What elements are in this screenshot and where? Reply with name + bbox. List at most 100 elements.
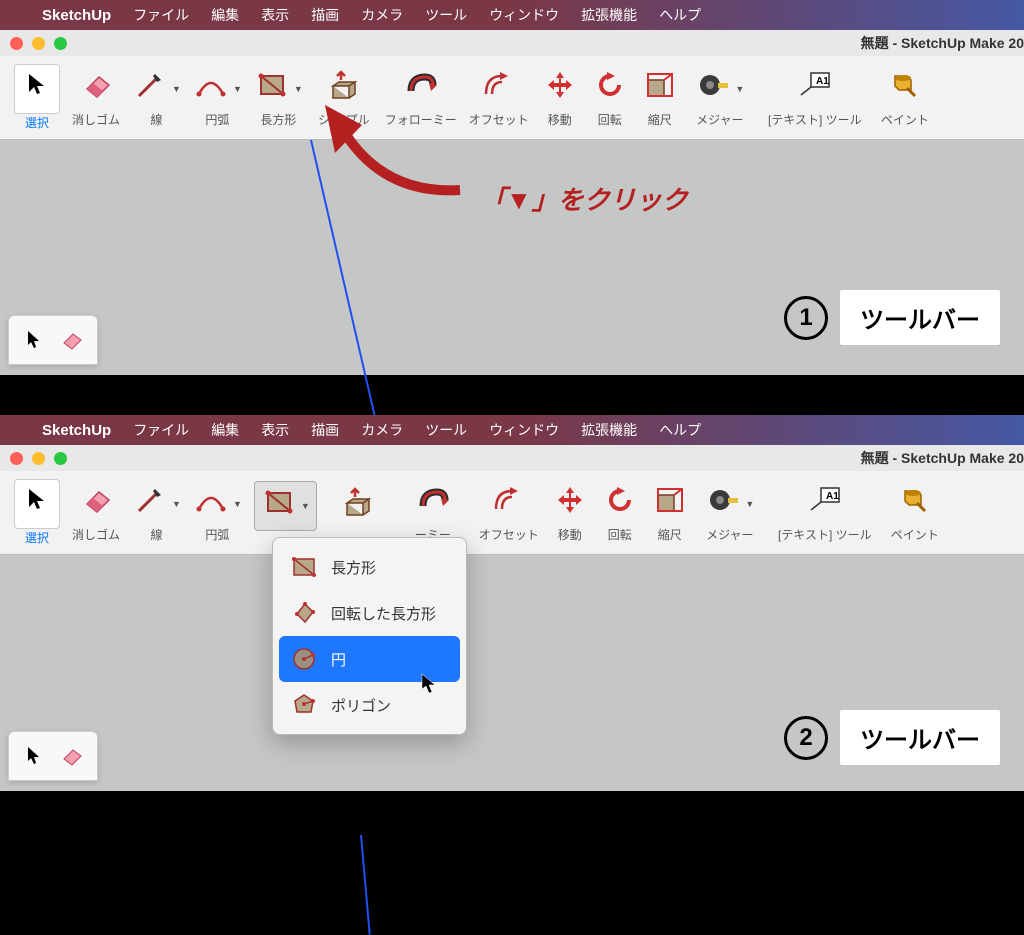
eraser-icon — [55, 325, 89, 355]
cursor-icon — [420, 673, 438, 695]
tool-pushpull[interactable] — [323, 480, 393, 546]
tool-eraser[interactable]: 消しゴム — [66, 478, 126, 547]
tool-text[interactable]: A1 [テキスト] ツール — [755, 63, 875, 132]
minimize-icon[interactable] — [32, 452, 45, 465]
tool-paint-label: ペイント — [891, 526, 939, 543]
mini-palette[interactable] — [8, 315, 98, 365]
window-header: 無題 - SketchUp Make 20 — [0, 445, 1024, 471]
maximize-icon[interactable] — [54, 452, 67, 465]
tool-text-label: [テキスト] ツール — [768, 111, 862, 128]
menu-app[interactable]: SketchUp — [42, 7, 111, 24]
rectangle-icon — [291, 554, 317, 580]
tool-text[interactable]: A1 [テキスト] ツール — [765, 478, 885, 547]
shape-dropdown: 長方形 回転した長方形 円 ポリゴン — [272, 537, 467, 735]
menu-ext[interactable]: 拡張機能 — [581, 5, 637, 25]
badge-2: 2 ツールバー — [784, 710, 1000, 765]
tool-line[interactable]: ▼ 線 — [126, 478, 187, 547]
tool-move[interactable]: 移動 — [535, 63, 585, 132]
chevron-down-icon[interactable]: ▼ — [745, 499, 754, 509]
tool-paint[interactable]: ペイント — [875, 63, 935, 132]
tool-select-label: 選択 — [25, 114, 49, 131]
menu-tools[interactable]: ツール — [425, 5, 467, 25]
menu-window[interactable]: ウィンドウ — [489, 420, 559, 440]
menu-window[interactable]: ウィンドウ — [489, 5, 559, 25]
tool-move[interactable]: 移動 — [545, 478, 595, 547]
svg-text:A1: A1 — [826, 491, 839, 502]
badge-label: ツールバー — [840, 710, 1000, 765]
chevron-down-icon[interactable]: ▼ — [172, 84, 181, 94]
menu-edit[interactable]: 編集 — [211, 420, 239, 440]
cursor-icon — [17, 741, 51, 771]
menu-file[interactable]: ファイル — [133, 5, 189, 25]
tool-text-label: [テキスト] ツール — [778, 526, 872, 543]
minimize-icon[interactable] — [32, 37, 45, 50]
tool-arc[interactable]: ▼ 円弧 — [187, 478, 248, 547]
mini-palette[interactable] — [8, 731, 98, 781]
menubar: SketchUp ファイル 編集 表示 描画 カメラ ツール ウィンドウ 拡張機… — [0, 0, 1024, 30]
menu-view[interactable]: 表示 — [261, 5, 289, 25]
badge-label: ツールバー — [840, 290, 1000, 345]
tool-select[interactable]: 選択 — [8, 60, 66, 135]
menu-camera[interactable]: カメラ — [361, 420, 403, 440]
chevron-down-icon[interactable]: ▼ — [233, 84, 242, 94]
tool-move-label: 移動 — [548, 111, 572, 128]
tool-arc-label: 円弧 — [205, 111, 229, 128]
circle-icon — [291, 646, 317, 672]
svg-text:A1: A1 — [816, 76, 829, 87]
annotation-text: 「▼」をクリック — [480, 180, 688, 217]
tool-paint-label: ペイント — [881, 111, 929, 128]
tool-tape[interactable]: ▼ メジャー — [685, 63, 755, 132]
tool-eraser-label: 消しゴム — [72, 111, 120, 128]
toolbar: 選択 消しゴム ▼ 線 ▼ 円弧 ▼ 長方形 — [0, 56, 1024, 140]
dropdown-label: ポリゴン — [331, 695, 391, 716]
tool-offset[interactable]: オフセット — [473, 478, 545, 547]
menu-ext[interactable]: 拡張機能 — [581, 420, 637, 440]
close-icon[interactable] — [10, 452, 23, 465]
chevron-down-icon[interactable]: ▼ — [301, 501, 310, 511]
tool-rotate[interactable]: 回転 — [585, 63, 635, 132]
close-icon[interactable] — [10, 37, 23, 50]
tool-eraser-label: 消しゴム — [72, 526, 120, 543]
window-title: 無題 - SketchUp Make 20 — [861, 33, 1024, 53]
menubar: SketchUp ファイル 編集 表示 描画 カメラ ツール ウィンドウ 拡張機… — [0, 415, 1024, 445]
circle-number: 2 — [784, 716, 828, 760]
tool-move-label: 移動 — [558, 526, 582, 543]
tool-arc[interactable]: ▼ 円弧 — [187, 63, 248, 132]
menu-app[interactable]: SketchUp — [42, 422, 111, 439]
menu-help[interactable]: ヘルプ — [659, 5, 701, 25]
tool-scale[interactable]: 縮尺 — [645, 478, 695, 547]
menu-edit[interactable]: 編集 — [211, 5, 239, 25]
tool-scale[interactable]: 縮尺 — [635, 63, 685, 132]
menu-camera[interactable]: カメラ — [361, 5, 403, 25]
tool-tape-label: メジャー — [706, 526, 753, 543]
tool-select[interactable]: 選択 — [8, 475, 66, 550]
maximize-icon[interactable] — [54, 37, 67, 50]
dropdown-item-rotated-rectangle[interactable]: 回転した長方形 — [279, 590, 460, 636]
window-header: 無題 - SketchUp Make 20 — [0, 30, 1024, 56]
menu-view[interactable]: 表示 — [261, 420, 289, 440]
axis-line — [360, 835, 371, 935]
annotation-arrow-icon — [290, 105, 490, 205]
tool-rotate-label: 回転 — [608, 526, 632, 543]
tool-eraser[interactable]: 消しゴム — [66, 63, 126, 132]
tool-paint[interactable]: ペイント — [885, 478, 945, 547]
tool-line[interactable]: ▼ 線 — [126, 63, 187, 132]
badge-1: 1 ツールバー — [784, 290, 1000, 345]
menu-file[interactable]: ファイル — [133, 420, 189, 440]
menu-tools[interactable]: ツール — [425, 420, 467, 440]
tool-scale-label: 縮尺 — [658, 526, 682, 543]
tool-select-label: 選択 — [25, 529, 49, 546]
chevron-down-icon[interactable]: ▼ — [294, 84, 303, 94]
tool-scale-label: 縮尺 — [648, 111, 672, 128]
chevron-down-icon[interactable]: ▼ — [172, 499, 181, 509]
tool-tape[interactable]: ▼ メジャー — [695, 478, 765, 547]
tool-rotate[interactable]: 回転 — [595, 478, 645, 547]
chevron-down-icon[interactable]: ▼ — [233, 499, 242, 509]
menu-draw[interactable]: 描画 — [311, 420, 339, 440]
menu-draw[interactable]: 描画 — [311, 5, 339, 25]
menu-help[interactable]: ヘルプ — [659, 420, 701, 440]
dropdown-label: 回転した長方形 — [331, 603, 436, 624]
dropdown-item-rectangle[interactable]: 長方形 — [279, 544, 460, 590]
chevron-down-icon[interactable]: ▼ — [735, 84, 744, 94]
polygon-icon — [291, 692, 317, 718]
